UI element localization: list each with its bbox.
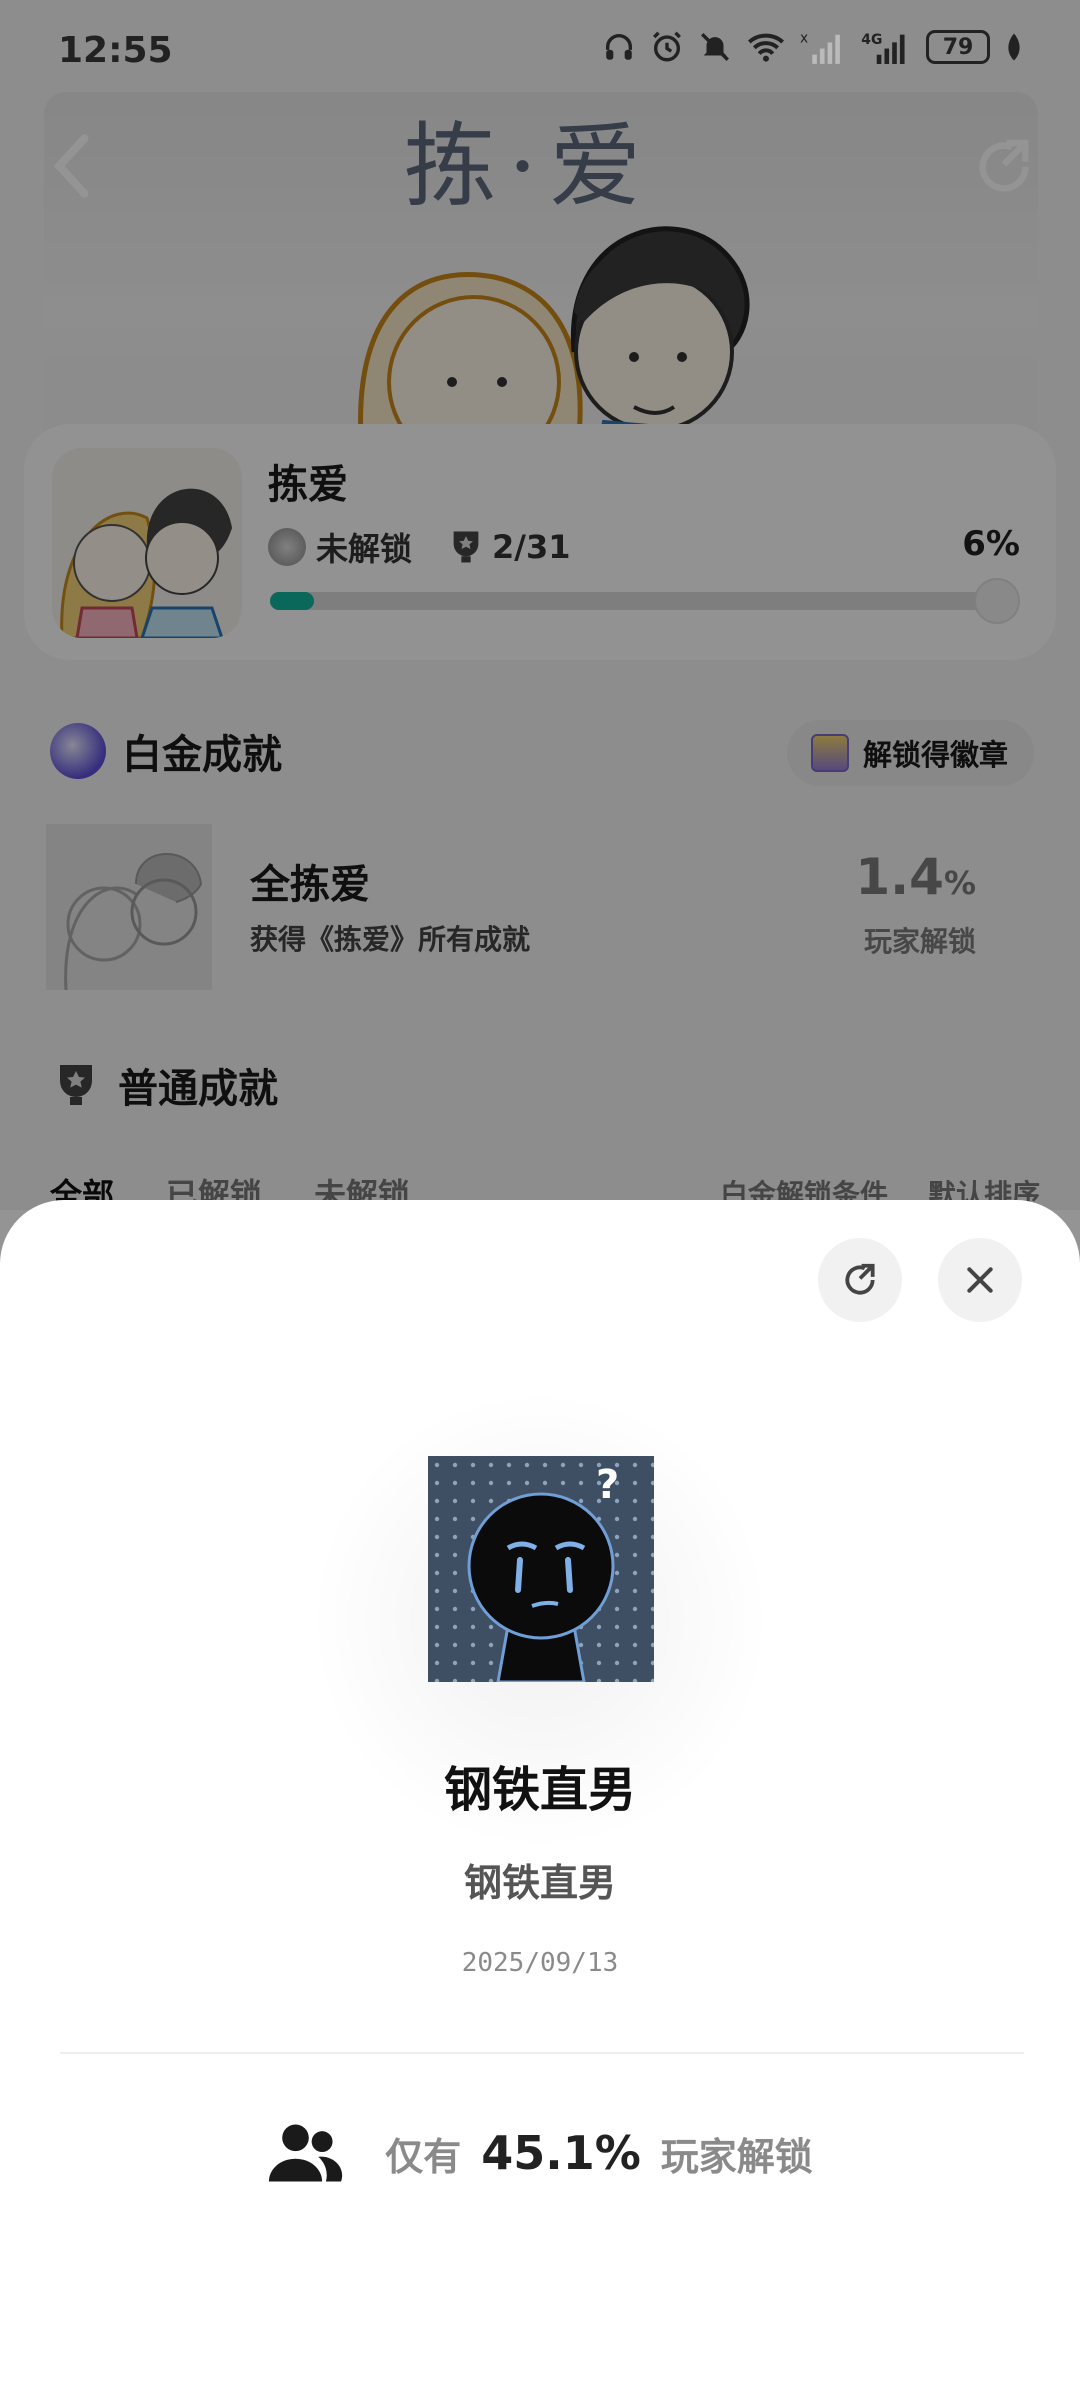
unlock-stat-row: 仅有 45.1% 玩家解锁 — [0, 2120, 1080, 2186]
battery-indicator: 79 — [926, 30, 990, 64]
achievement-image: ? — [428, 1456, 654, 1682]
leaf-icon — [1008, 33, 1020, 61]
wifi-icon — [748, 33, 784, 62]
users-icon — [269, 2124, 343, 2182]
stat-prefix: 仅有 — [385, 2134, 462, 2179]
headphones-icon — [605, 34, 633, 60]
sheet-divider — [60, 2052, 1024, 2054]
status-bar: 12:55 x 4G 79 — [0, 0, 1080, 100]
achievement-title: 钢铁直男 — [443, 1762, 636, 1818]
alarm-icon — [653, 31, 681, 62]
stat-value: 45.1% — [481, 2126, 641, 2180]
svg-text:?: ? — [596, 1462, 619, 1508]
status-time: 12:55 — [58, 30, 173, 71]
status-icons: x 4G 79 — [602, 30, 1024, 64]
stat-suffix: 玩家解锁 — [660, 2134, 813, 2179]
achievement-subtitle: 钢铁直男 — [463, 1861, 616, 1905]
signal-empty-icon: x — [800, 30, 840, 64]
achievement-detail-sheet: ? 钢铁直男 钢铁直男 2025/09/13 仅有 45.1% 玩家解锁 — [0, 1200, 1080, 2382]
achievement-date: 2025/09/13 — [461, 1948, 619, 1978]
signal-4g-icon: 4G — [861, 32, 905, 64]
sheet-close-button[interactable] — [938, 1238, 1022, 1322]
sheet-share-button[interactable] — [818, 1238, 902, 1322]
share-icon — [845, 1263, 875, 1295]
svg-text:x: x — [800, 30, 808, 46]
mute-bell-icon — [701, 33, 729, 61]
close-icon — [967, 1267, 993, 1293]
svg-text:4G: 4G — [861, 32, 882, 48]
